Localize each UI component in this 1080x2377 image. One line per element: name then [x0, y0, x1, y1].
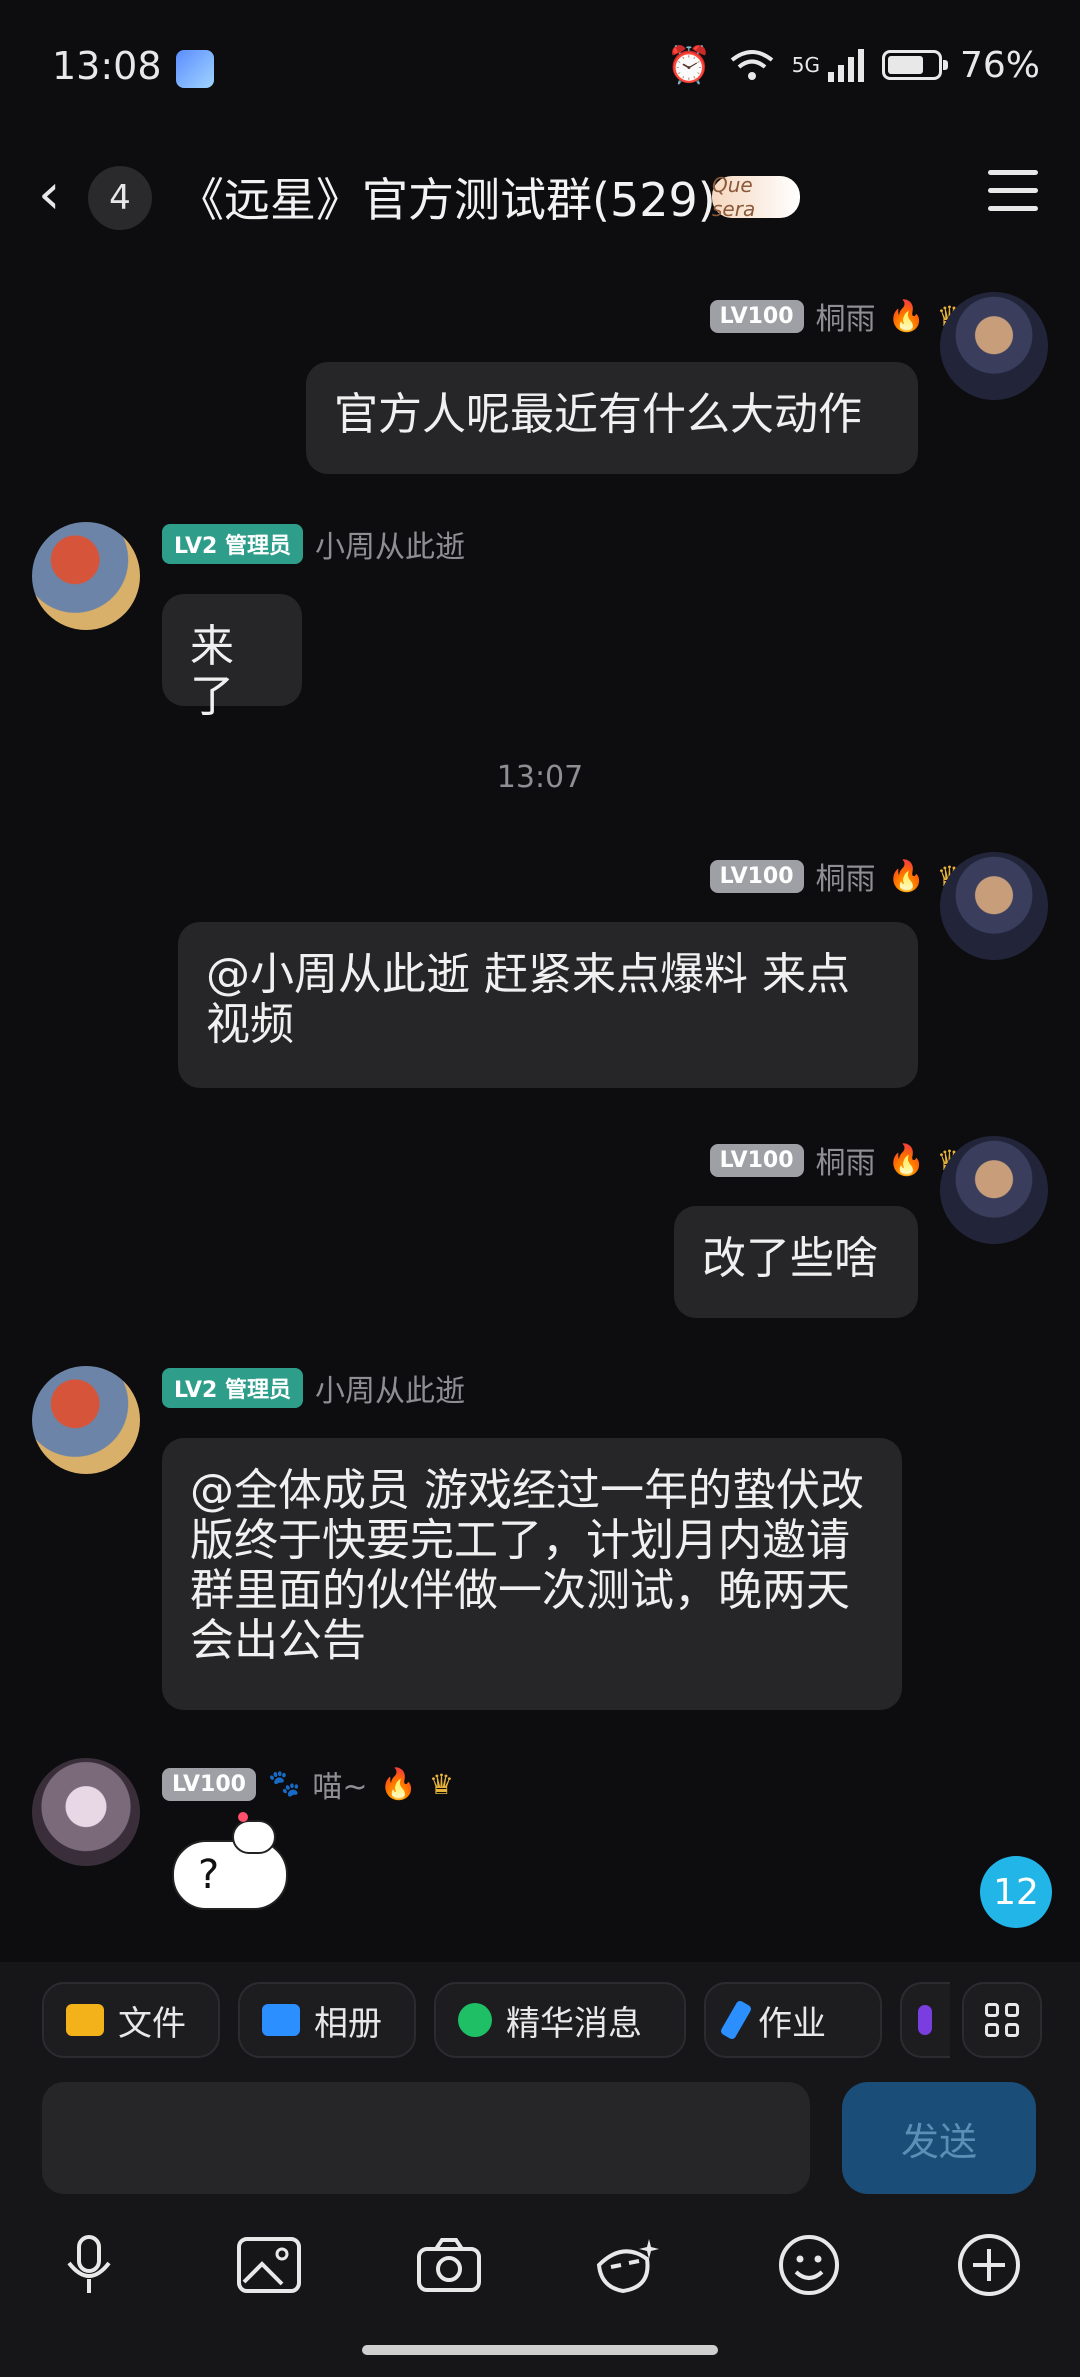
avatar[interactable]	[940, 852, 1048, 960]
group-title[interactable]: 《远星》官方测试群(529)	[178, 164, 716, 230]
home-indicator[interactable]	[362, 2345, 718, 2355]
homework-label: 作业	[758, 2003, 826, 2044]
sender-name[interactable]: 小周从此逝	[315, 522, 465, 566]
level-badge: LV100	[709, 1143, 804, 1177]
back-icon[interactable]: ‹	[38, 162, 60, 227]
timestamp: 13:07	[496, 760, 584, 795]
admin-badge: LV2 管理员	[162, 524, 303, 564]
signal-icon	[827, 49, 864, 82]
composer-toolbar	[0, 2220, 1080, 2320]
camera-icon[interactable]	[404, 2220, 494, 2310]
apps-button[interactable]	[962, 1982, 1042, 2058]
network-type: 5G	[791, 53, 820, 77]
sender-name[interactable]: 桐雨	[816, 854, 876, 898]
title-badge: Que sera	[712, 173, 800, 221]
battery-percent: 76%	[959, 44, 1040, 86]
avatar[interactable]	[32, 1366, 140, 1474]
status-time: 13:08	[52, 44, 162, 88]
sender-name[interactable]: 桐雨	[816, 294, 876, 338]
plus-icon[interactable]	[944, 2220, 1034, 2310]
app-notification-icon	[176, 50, 214, 88]
paw-icon: 🐾	[267, 1769, 301, 1799]
level-badge: LV100	[709, 859, 804, 893]
flame-icon: 🔥	[887, 298, 925, 334]
alarm-icon: ⏰	[666, 45, 712, 86]
battery-icon	[881, 50, 948, 80]
message-meta: LV100 桐雨 🔥 ♛	[709, 1138, 962, 1182]
homework-button[interactable]: 作业	[704, 1982, 882, 2058]
album-button[interactable]: 相册	[238, 1982, 416, 2058]
message-meta: LV2 管理员 小周从此逝	[162, 522, 465, 566]
sender-name[interactable]: 桐雨	[816, 1138, 876, 1182]
level-badge: LV100	[709, 299, 804, 333]
pen-icon	[719, 1999, 753, 2041]
wifi-icon	[730, 50, 773, 80]
sticker-creator-icon[interactable]	[582, 2220, 672, 2310]
avatar[interactable]	[32, 1758, 140, 1866]
message-meta: LV100 桐雨 🔥 ♛	[709, 294, 962, 338]
sticker-message[interactable]: ?	[172, 1812, 290, 1910]
essence-button[interactable]: 精华消息	[434, 1982, 686, 2058]
grid-icon	[985, 2003, 1019, 2037]
avatar[interactable]	[32, 522, 140, 630]
message-bubble[interactable]: 来了	[162, 594, 302, 722]
send-button[interactable]: 发送	[842, 2082, 1036, 2194]
crown-icon: ♛	[428, 1767, 454, 1801]
microphone-icon[interactable]	[44, 2220, 134, 2310]
message-meta: LV100 桐雨 🔥 ♛	[709, 854, 962, 898]
gallery-icon[interactable]	[224, 2220, 314, 2310]
unread-count-badge[interactable]: 4	[88, 166, 152, 230]
flame-icon: 🔥	[887, 1142, 925, 1178]
flame-icon: 🔥	[379, 1766, 417, 1802]
status-bar: 13:08 ⏰ 5G 76%	[0, 0, 1080, 140]
composer-panel: 文件 相册 精华消息 作业 发送	[0, 1962, 1080, 2377]
message-bubble[interactable]: 官方人呢最近有什么大动作	[306, 362, 918, 474]
file-label: 文件	[118, 2003, 186, 2044]
status-indicators: ⏰ 5G 76%	[666, 44, 1040, 87]
quick-actions-bar: 文件 相册 精华消息 作业	[42, 1982, 1042, 2062]
more-action-chip[interactable]	[900, 1982, 950, 2058]
folder-icon	[66, 2004, 104, 2036]
menu-icon[interactable]	[988, 170, 1038, 224]
message-bubble[interactable]: 改了些啥	[674, 1206, 918, 1318]
chat-header: ‹ 4 《远星》官方测试群(529) Que sera	[0, 140, 1080, 250]
emoji-icon[interactable]	[764, 2220, 854, 2310]
image-icon	[262, 2004, 300, 2036]
level-badge: LV100	[162, 1767, 256, 1801]
flame-icon: 🔥	[887, 858, 925, 894]
album-label: 相册	[314, 2003, 382, 2044]
message-meta: LV2 管理员 小周从此逝	[162, 1366, 465, 1410]
avatar[interactable]	[940, 292, 1048, 400]
file-button[interactable]: 文件	[42, 1982, 220, 2058]
sender-name[interactable]: 喵~	[312, 1762, 367, 1806]
avatar[interactable]	[940, 1136, 1048, 1244]
star-chat-icon	[458, 2003, 492, 2037]
essence-label: 精华消息	[506, 2003, 642, 2044]
message-bubble[interactable]: @小周从此逝 赶紧来点爆料 来点视频	[178, 922, 918, 1088]
admin-badge: LV2 管理员	[162, 1368, 303, 1408]
sender-name[interactable]: 小周从此逝	[315, 1366, 465, 1410]
partial-action-icon	[918, 2005, 932, 2035]
new-messages-badge[interactable]: 12	[980, 1856, 1052, 1928]
message-input[interactable]	[42, 2082, 810, 2194]
sticker-text: ?	[198, 1852, 220, 1898]
message-bubble[interactable]: @全体成员 游戏经过一年的蛰伏改版终于快要完工了，计划月内邀请群里面的伙伴做一次…	[162, 1438, 902, 1710]
message-meta: LV100 🐾 喵~ 🔥 ♛	[162, 1762, 454, 1806]
